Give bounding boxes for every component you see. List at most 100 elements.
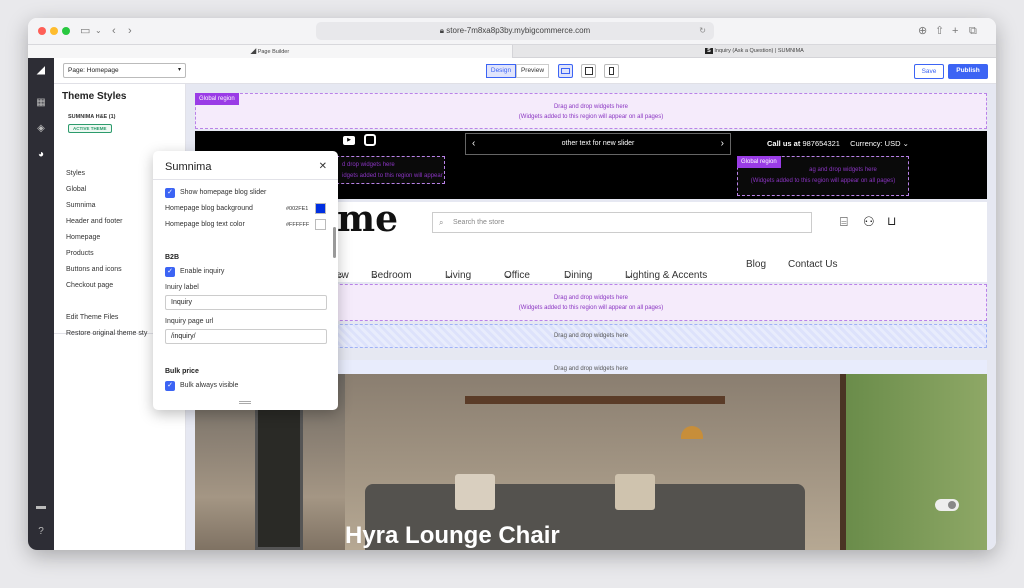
search-placeholder: Search the store: [453, 219, 505, 226]
hero-window: [840, 374, 987, 550]
share-icon[interactable]: ⇧: [935, 24, 944, 38]
bigcommerce-logo-icon[interactable]: ◢: [28, 61, 54, 81]
chevron-down-icon: ⌄: [625, 270, 634, 281]
enable-inquiry-checkbox[interactable]: ✓: [165, 267, 175, 277]
blog-bg-label: Homepage blog background: [165, 205, 253, 212]
publish-button[interactable]: Publish: [948, 64, 988, 79]
desktop-view-button[interactable]: [558, 64, 573, 78]
minimize-window-button[interactable]: [50, 27, 58, 35]
tablet-view-button[interactable]: [581, 64, 596, 78]
search-input[interactable]: ⌕ Search the store: [432, 212, 812, 233]
inquiry-url-caption: Inquiry page url: [165, 318, 214, 325]
hero-toggle[interactable]: [935, 499, 959, 511]
chevron-down-icon: ⌄: [902, 139, 909, 148]
page-builder-app: ◢ ▦ ◈ ◕ ▬ ? Page: Homepage ▾ Design Prev…: [28, 58, 996, 550]
page-select[interactable]: Page: Homepage ▾: [63, 63, 186, 78]
tab-label: Inquiry (Ask a Question) | SUMNIMA: [714, 48, 804, 54]
menu-checkout-page[interactable]: Checkout page: [66, 282, 113, 289]
bulk-visible-label: Bulk always visible: [180, 382, 239, 389]
call-label: Call us at: [767, 139, 801, 148]
drag-text: Drag and drop widgets here: [553, 104, 629, 110]
widgets-icon[interactable]: ▦: [28, 93, 54, 113]
blog-bg-swatch[interactable]: [315, 203, 326, 214]
hero-pillow: [455, 474, 495, 510]
active-theme-badge: ACTIVE THEME: [68, 124, 112, 133]
menu-styles[interactable]: Styles: [66, 170, 85, 177]
nav-label: Lighting & Accents: [625, 270, 708, 281]
tab-inquiry[interactable]: S Inquiry (Ask a Question) | SUMNIMA: [512, 45, 996, 58]
tab-bar: ◢ Page Builder S Inquiry (Ask a Question…: [28, 44, 996, 58]
global-note: (Widgets added to this region will appea…: [518, 114, 664, 120]
account-icon[interactable]: ⚇: [863, 214, 875, 230]
zoom-window-button[interactable]: [62, 27, 70, 35]
slider-text: other text for new slider: [561, 140, 635, 147]
mobile-view-button[interactable]: [604, 64, 619, 78]
contact-info: Call us at 987654321 Currency: USD ⌄: [767, 139, 909, 148]
instagram-icon[interactable]: [364, 134, 376, 146]
show-blog-slider-checkbox[interactable]: ✓: [165, 188, 175, 198]
save-button[interactable]: Save: [914, 64, 944, 79]
global-region-top[interactable]: Drag and drop widgets here (Widgets adde…: [195, 93, 987, 129]
store-icon[interactable]: ▬: [28, 497, 54, 517]
bulk-visible-checkbox[interactable]: ✓: [165, 381, 175, 391]
nav-blog[interactable]: Blog: [746, 259, 766, 270]
chevron-down-icon: ⌄: [504, 270, 513, 281]
menu-products[interactable]: Products: [66, 250, 94, 257]
close-icon[interactable]: ✕: [319, 161, 327, 172]
drag-text: d drop widgets here: [342, 162, 395, 168]
close-window-button[interactable]: [38, 27, 46, 35]
menu-homepage[interactable]: Homepage: [66, 234, 100, 241]
chevron-down-icon: ⌄: [371, 270, 380, 281]
bulk-heading: Bulk price: [165, 368, 199, 375]
back-icon[interactable]: ‹: [112, 24, 116, 38]
help-icon[interactable]: ?: [28, 522, 54, 542]
slider-prev-icon[interactable]: ‹: [472, 134, 475, 154]
resize-handle[interactable]: [239, 401, 251, 404]
gift-icon[interactable]: ⌸: [840, 214, 848, 230]
editor-topbar: Page: Homepage ▾ Design Preview Save Pub…: [54, 58, 996, 84]
forward-icon[interactable]: ›: [128, 24, 132, 38]
phone-number[interactable]: 987654321: [802, 139, 840, 148]
tab-overview-icon[interactable]: ⧉: [969, 24, 977, 38]
global-note: idgets added to this region will appear …: [342, 173, 444, 179]
sumnima-favicon-icon: S: [705, 48, 713, 54]
youtube-icon[interactable]: ▶: [343, 136, 355, 145]
restore-theme-link[interactable]: Restore original theme sty: [66, 330, 147, 337]
address-bar[interactable]: 🔒︎ store-7m8xa8p3by.mybigcommerce.com ↻: [316, 22, 714, 40]
design-button[interactable]: Design: [486, 64, 516, 78]
inquiry-label-input[interactable]: Inquiry: [165, 295, 327, 310]
menu-global[interactable]: Global: [66, 186, 86, 193]
menu-header-footer[interactable]: Header and footer: [66, 218, 122, 225]
search-icon: ⌕: [439, 218, 444, 227]
download-icon[interactable]: ⊕: [918, 24, 927, 38]
preview-button[interactable]: Preview: [516, 64, 549, 78]
inquiry-url-input[interactable]: /inquiry/: [165, 329, 327, 344]
currency-selector[interactable]: Currency: USD: [850, 139, 900, 148]
announcement-slider: ‹ other text for new slider ›: [465, 133, 731, 155]
blog-text-swatch[interactable]: [315, 219, 326, 230]
bigcommerce-icon: ◢: [250, 48, 257, 55]
lock-icon: 🔒︎: [439, 26, 445, 35]
cart-icon[interactable]: ⊔: [887, 214, 896, 228]
blog-text-value: #FFFFFF: [286, 222, 310, 228]
panel-scrollbar[interactable]: [333, 227, 336, 258]
slider-next-icon[interactable]: ›: [721, 134, 724, 154]
sidebar-title: Theme Styles: [62, 91, 127, 102]
sidebar-toggle-icon[interactable]: ▭: [80, 24, 90, 38]
reload-icon[interactable]: ↻: [699, 22, 706, 40]
desktop-icon: [561, 68, 570, 74]
global-note: (Widgets added to this region will appea…: [750, 178, 896, 184]
edit-theme-files-link[interactable]: Edit Theme Files: [66, 314, 118, 321]
palette-icon[interactable]: ◕: [28, 145, 54, 165]
tab-page-builder[interactable]: ◢ Page Builder: [28, 45, 512, 58]
menu-buttons-icons[interactable]: Buttons and icons: [66, 266, 122, 273]
store-logo[interactable]: me: [337, 198, 398, 240]
nav-contact[interactable]: Contact Us: [788, 259, 837, 270]
hero-title: Hyra Lounge Chair: [345, 522, 560, 549]
layers-icon[interactable]: ◈: [28, 119, 54, 139]
toggle-knob: [948, 501, 956, 509]
menu-sumnima[interactable]: Sumnima: [66, 202, 96, 209]
new-tab-icon[interactable]: +: [952, 24, 958, 38]
chevron-down-icon: ⌄: [445, 270, 454, 281]
chevron-down-icon[interactable]: ⌄: [95, 24, 102, 38]
